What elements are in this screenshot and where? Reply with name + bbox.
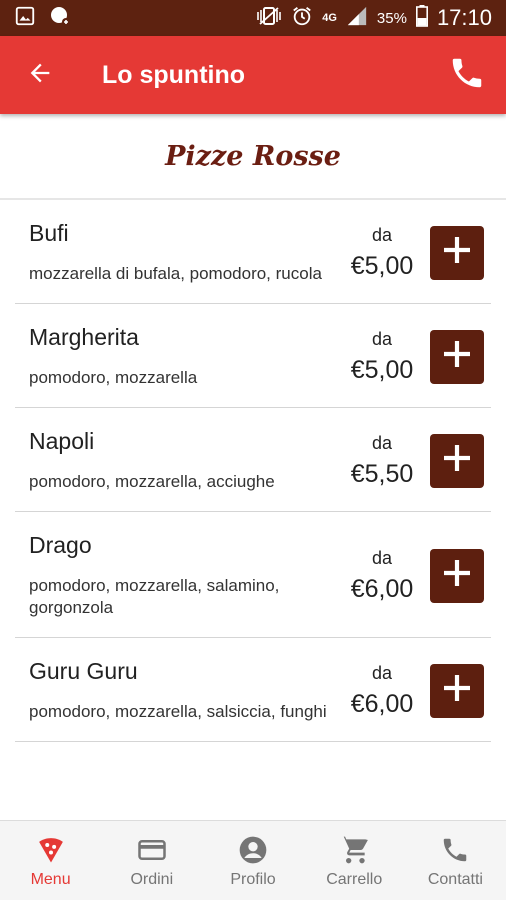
battery-icon (415, 4, 428, 32)
item-description: pomodoro, mozzarella, salamino, gorgonzo… (29, 576, 280, 617)
add-button[interactable] (430, 548, 484, 603)
add-button[interactable] (430, 433, 484, 488)
nav-label: Contatti (427, 870, 483, 888)
item-info: Guru Guru pomodoro, mozzarella, salsicci… (29, 658, 342, 723)
menu-item-bufi[interactable]: Bufi mozzarella di bufala, pomodoro, ruc… (15, 200, 491, 304)
item-price: da €6,00 (342, 663, 422, 719)
item-description: pomodoro, mozzarella, acciughe (29, 472, 275, 491)
price-value: €5,00 (350, 251, 414, 280)
item-info: Napoli pomodoro, mozzarella, acciughe (29, 428, 342, 493)
nav-item-ordini[interactable]: Ordini (101, 821, 202, 900)
add-button[interactable] (430, 225, 484, 280)
price-prefix: da (371, 432, 393, 453)
nav-item-profilo[interactable]: Profilo (202, 821, 303, 900)
menu-item-napoli[interactable]: Napoli pomodoro, mozzarella, acciughe da… (15, 408, 491, 512)
price-prefix: da (371, 547, 393, 568)
item-description: pomodoro, mozzarella, salsiccia, funghi (29, 702, 327, 721)
price-prefix: da (371, 328, 393, 349)
item-info: Margherita pomodoro, mozzarella (29, 324, 342, 389)
menu-item-drago[interactable]: Drago pomodoro, mozzarella, salamino, go… (15, 512, 491, 638)
page-title: Lo spuntino (102, 60, 246, 89)
nav-label: Ordini (130, 870, 174, 888)
pizza-icon (36, 833, 66, 867)
item-price: da €5,50 (342, 433, 422, 489)
item-price: da €6,00 (342, 548, 422, 604)
gallery-icon (14, 5, 36, 32)
item-name: Guru Guru (29, 658, 138, 684)
network-type: 4G (322, 11, 337, 24)
cart-icon (338, 833, 370, 867)
nav-item-contatti[interactable]: Contatti (405, 821, 506, 900)
nav-label: Carrello (326, 870, 383, 888)
plus-icon (441, 338, 473, 375)
status-time: 17:10 (436, 5, 492, 30)
menu-content[interactable]: Pizze Rosse Bufi mozzarella di bufala, p… (0, 114, 506, 820)
arrow-back-icon (26, 59, 54, 92)
nav-label: Menu (30, 870, 71, 888)
bottom-nav: Menu Ordini Profilo Carrello Contatti (0, 820, 506, 900)
call-button[interactable] (428, 36, 506, 114)
status-bar: 4G 35% 17:10 (0, 0, 506, 36)
item-price: da €5,00 (342, 329, 422, 385)
vibrate-icon (256, 6, 282, 31)
price-value: €6,00 (350, 574, 414, 603)
plus-icon (441, 442, 473, 479)
section-header: Pizze Rosse (0, 114, 506, 200)
phone-icon (448, 54, 486, 97)
section-title: Pizze Rosse (165, 140, 341, 172)
plus-icon (441, 234, 473, 271)
back-button[interactable] (0, 36, 80, 114)
nav-label: Profilo (230, 870, 276, 888)
price-value: €6,00 (350, 689, 414, 718)
price-value: €5,50 (350, 459, 414, 488)
app-bar: Lo spuntino (0, 36, 506, 114)
nav-item-carrello[interactable]: Carrello (304, 821, 405, 900)
chat-icon (48, 4, 72, 33)
battery-percent: 35% (376, 9, 407, 27)
alarm-icon (291, 5, 313, 32)
menu-item-guru-guru[interactable]: Guru Guru pomodoro, mozzarella, salsicci… (15, 638, 491, 742)
menu-item-margherita[interactable]: Margherita pomodoro, mozzarella da €5,00 (15, 304, 491, 408)
item-name: Margherita (29, 324, 139, 350)
add-button[interactable] (430, 329, 484, 384)
item-info: Drago pomodoro, mozzarella, salamino, go… (29, 532, 342, 619)
status-left (14, 4, 72, 33)
item-name: Bufi (29, 220, 69, 246)
item-name: Drago (29, 532, 92, 558)
menu-list: Bufi mozzarella di bufala, pomodoro, ruc… (0, 200, 506, 742)
nav-item-menu[interactable]: Menu (0, 821, 101, 900)
price-value: €5,00 (350, 355, 414, 384)
item-info: Bufi mozzarella di bufala, pomodoro, ruc… (29, 220, 342, 285)
card-icon (136, 833, 168, 867)
price-prefix: da (371, 662, 393, 683)
plus-icon (441, 672, 473, 709)
item-price: da €5,00 (342, 225, 422, 281)
plus-icon (441, 557, 473, 594)
item-name: Napoli (29, 428, 95, 454)
item-description: mozzarella di bufala, pomodoro, rucola (29, 264, 322, 283)
account-icon (237, 833, 269, 867)
status-right: 4G 35% 17:10 (256, 4, 492, 32)
add-button[interactable] (430, 663, 484, 718)
item-description: pomodoro, mozzarella (29, 368, 198, 387)
price-prefix: da (371, 224, 393, 245)
signal-icon (346, 5, 368, 32)
phone-icon (440, 833, 470, 867)
